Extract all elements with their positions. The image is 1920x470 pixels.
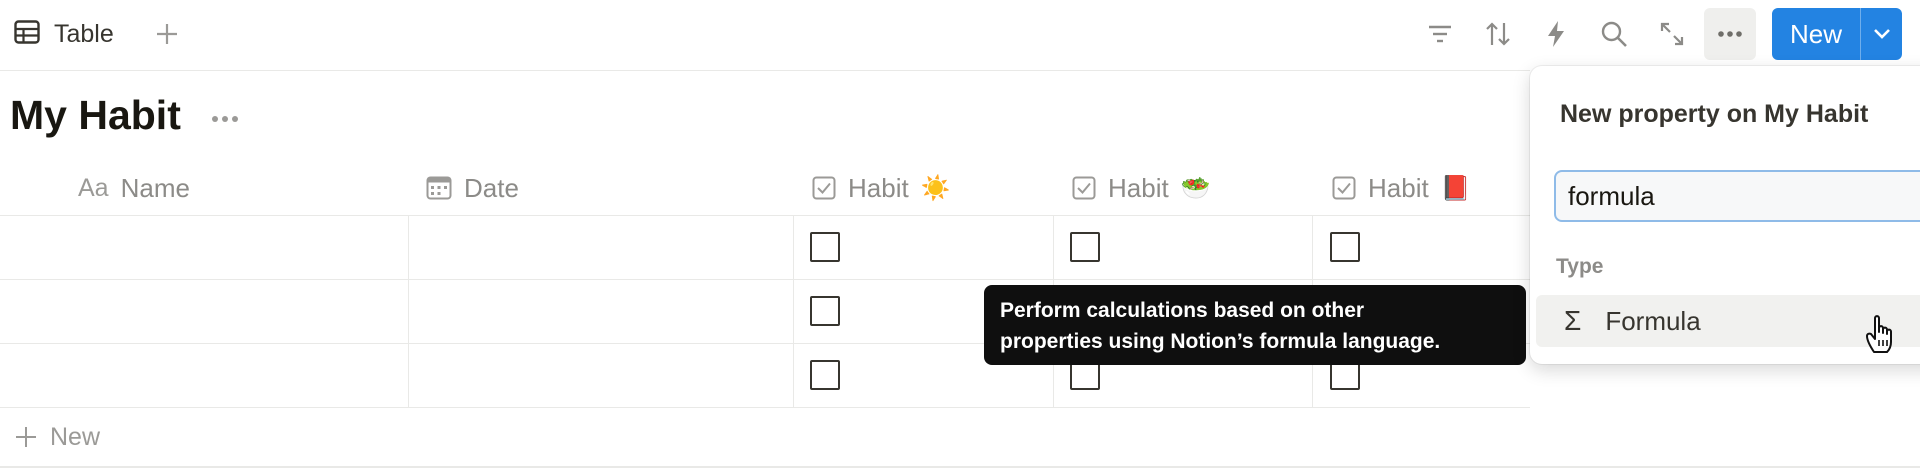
- title-more-button[interactable]: [208, 104, 242, 134]
- property-search-input[interactable]: [1554, 170, 1920, 222]
- add-row-label: New: [50, 422, 101, 451]
- toolbar-divider: [0, 70, 1530, 71]
- filter-icon: [1429, 25, 1451, 43]
- table-icon: [14, 19, 40, 49]
- add-view-button[interactable]: [150, 14, 184, 54]
- automation-button[interactable]: [1530, 8, 1582, 60]
- sigma-icon: Σ: [1564, 305, 1582, 336]
- search-icon: [1601, 21, 1627, 47]
- tooltip-line: Perform calculations based on other: [1000, 299, 1365, 322]
- habit-checkbox[interactable]: [1070, 232, 1100, 262]
- search-button[interactable]: [1588, 8, 1640, 60]
- column-label: Name: [120, 172, 190, 203]
- column-divider: [408, 216, 409, 408]
- column-header-date[interactable]: Date: [426, 160, 519, 216]
- plus-icon: [16, 427, 36, 447]
- formula-tooltip: Perform calculations based on other prop…: [984, 285, 1526, 365]
- checkbox-type-icon: [1332, 176, 1356, 200]
- more-options-button[interactable]: [1704, 8, 1756, 60]
- column-header-habit-book[interactable]: Habit 📕: [1332, 160, 1471, 216]
- checkbox-type-icon: [812, 176, 836, 200]
- new-button-group: New: [1772, 8, 1902, 60]
- new-dropdown-button[interactable]: [1860, 8, 1902, 60]
- column-header-habit-salad[interactable]: Habit 🥗: [1072, 160, 1211, 216]
- more-icon: [212, 116, 238, 122]
- new-property-popup: New property on My Habit Type Σ Formula: [1530, 66, 1920, 364]
- column-label: Habit: [1368, 172, 1429, 203]
- tab-table-view[interactable]: Table: [14, 14, 114, 54]
- plus-icon: [157, 24, 177, 44]
- property-type-label: Formula: [1605, 305, 1701, 336]
- column-header-name[interactable]: Aa Name: [78, 160, 190, 216]
- column-label: Habit: [1108, 172, 1169, 203]
- more-icon: [1718, 31, 1742, 37]
- table-header: Aa Name Date Habit ☀️ Habit 🥗 Habit 📕: [0, 160, 1530, 216]
- add-row-button[interactable]: New: [14, 420, 100, 454]
- table-row[interactable]: [0, 216, 1530, 280]
- text-type-icon: Aa: [78, 173, 109, 202]
- column-label: Habit: [848, 172, 909, 203]
- habit-checkbox[interactable]: [810, 296, 840, 326]
- hand-cursor-icon: [1864, 312, 1902, 356]
- column-header-habit-sun[interactable]: Habit ☀️: [812, 160, 951, 216]
- expand-button[interactable]: [1646, 8, 1698, 60]
- new-button[interactable]: New: [1772, 8, 1860, 60]
- salad-emoji-icon: 🥗: [1180, 174, 1211, 202]
- toolbar-actions: New: [1414, 8, 1920, 60]
- sort-icon: [1486, 22, 1510, 46]
- checkbox-type-icon: [1072, 176, 1096, 200]
- column-divider: [793, 216, 794, 408]
- habit-checkbox[interactable]: [810, 232, 840, 262]
- popup-title: New property on My Habit: [1560, 100, 1869, 128]
- lightning-icon: [1548, 21, 1564, 47]
- book-emoji-icon: 📕: [1440, 174, 1471, 202]
- expand-icon: [1660, 22, 1684, 46]
- column-label: Date: [464, 172, 519, 203]
- table-bottom-divider: [0, 466, 1920, 468]
- filter-button[interactable]: [1414, 8, 1466, 60]
- chevron-down-icon: [1873, 29, 1890, 39]
- habit-checkbox[interactable]: [810, 360, 840, 390]
- calendar-icon: [426, 176, 452, 200]
- sort-button[interactable]: [1472, 8, 1524, 60]
- habit-checkbox[interactable]: [1330, 232, 1360, 262]
- popup-section-label: Type: [1556, 255, 1604, 278]
- view-tab-label: Table: [54, 19, 114, 48]
- property-type-formula[interactable]: Σ Formula: [1536, 295, 1920, 347]
- sun-emoji-icon: ☀️: [920, 174, 951, 202]
- page-title[interactable]: My Habit: [10, 92, 181, 139]
- tooltip-line: properties using Notion’s formula langua…: [1000, 330, 1441, 353]
